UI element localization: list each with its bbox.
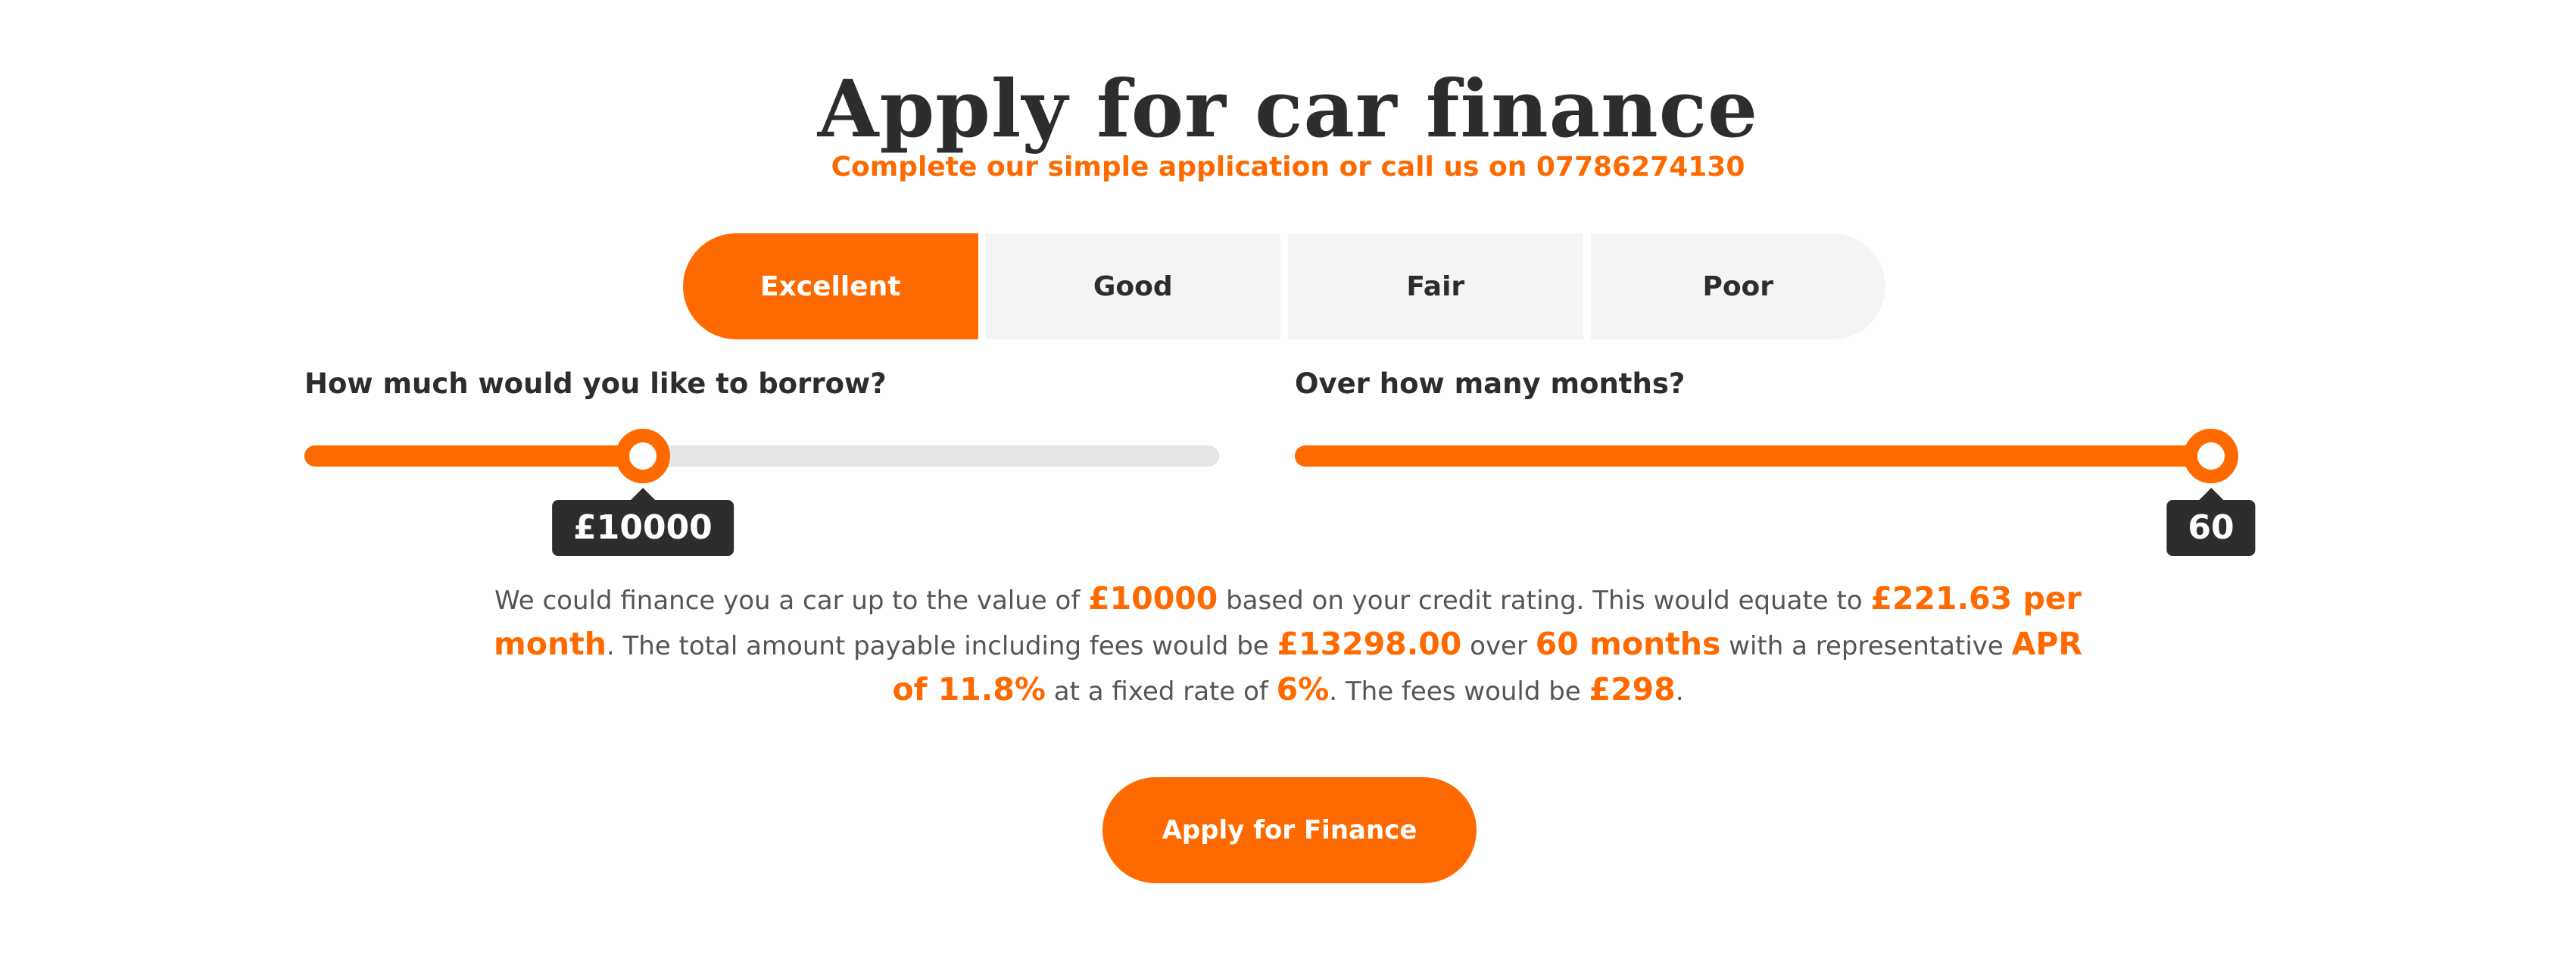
summary-text: . (1675, 676, 1684, 707)
tab-poor[interactable]: Poor (1590, 233, 1885, 339)
borrow-value-tooltip: £10000 (552, 488, 734, 556)
borrow-slider-fill (304, 445, 643, 467)
summary-text: . The fees would be (1329, 676, 1589, 707)
summary-text: over (1461, 631, 1536, 661)
borrow-amount-label: How much would you like to borrow? (304, 367, 887, 400)
credit-rating-tabs: Excellent Good Fair Poor (683, 233, 1885, 339)
months-value-tooltip: 60 (2166, 488, 2256, 556)
months-slider[interactable]: 60 (1295, 429, 2256, 556)
borrow-amount-slider[interactable]: £10000 (304, 429, 1219, 556)
summary-text: with a representative (1720, 631, 2012, 661)
borrow-slider-handle[interactable] (615, 429, 670, 483)
finance-summary: We could finance you a car up to the val… (485, 577, 2091, 714)
tab-excellent[interactable]: Excellent (683, 233, 978, 339)
months-label: Over how many months? (1295, 367, 1686, 400)
summary-text: based on your credit rating. This would … (1218, 586, 1871, 616)
tab-good[interactable]: Good (985, 233, 1280, 339)
summary-text: We could finance you a car up to the val… (494, 586, 1089, 616)
apply-for-finance-button[interactable]: Apply for Finance (1102, 777, 1477, 883)
summary-fees: £298 (1589, 671, 1676, 708)
page-subtitle: Complete our simple application or call … (831, 152, 1745, 183)
finance-application-page: Apply for car finance Complete our simpl… (0, 0, 2576, 959)
summary-amount: £10000 (1088, 580, 1218, 617)
page-title: Apply for car finance (817, 62, 1759, 155)
tab-fair[interactable]: Fair (1288, 233, 1583, 339)
summary-rate: 6% (1276, 671, 1330, 708)
months-slider-handle[interactable] (2184, 429, 2238, 483)
summary-total-payable: £13298.00 (1277, 626, 1462, 662)
summary-text: at a fixed rate of (1046, 676, 1277, 707)
summary-text: . The total amount payable including fee… (606, 631, 1277, 661)
months-slider-fill (1295, 445, 2211, 467)
summary-term: 60 months (1535, 626, 1721, 662)
